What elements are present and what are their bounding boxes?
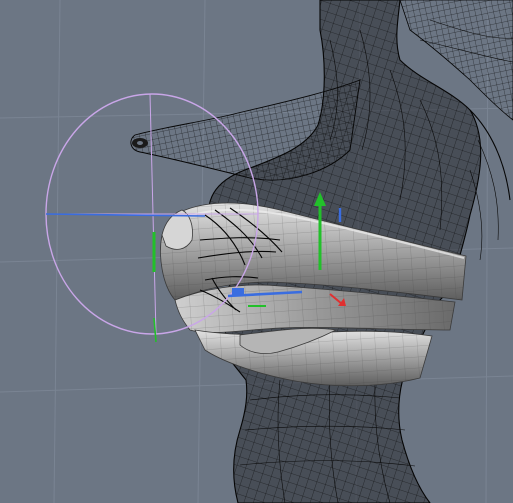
viewport-canvas[interactable]	[0, 0, 513, 503]
3d-viewport[interactable]	[0, 0, 513, 503]
